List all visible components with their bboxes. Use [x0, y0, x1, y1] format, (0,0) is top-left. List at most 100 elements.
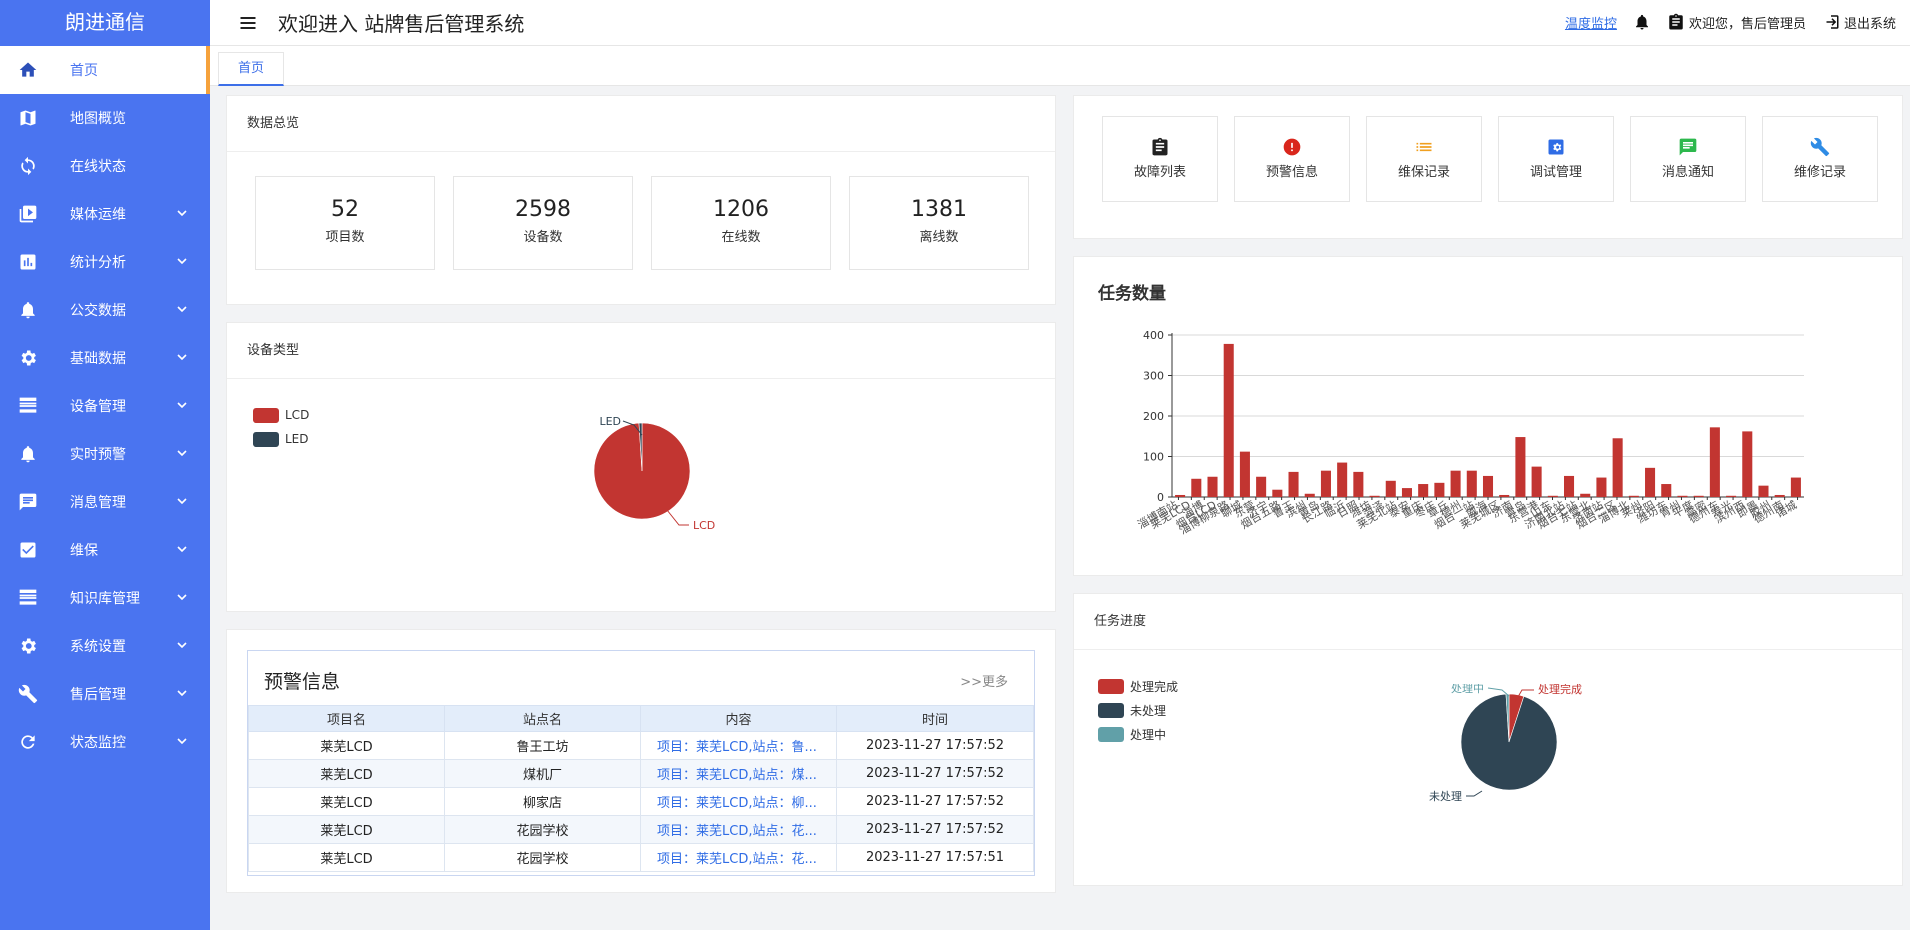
bar[interactable] — [1353, 471, 1364, 497]
bar[interactable] — [1564, 475, 1575, 497]
bar[interactable] — [1661, 484, 1672, 497]
bar[interactable] — [1175, 494, 1186, 497]
stat-label: 项目数 — [325, 230, 365, 245]
sidebar-item-9[interactable]: 消息管理 — [0, 478, 210, 526]
sidebar-item-4[interactable]: 统计分析 — [0, 238, 210, 286]
bar[interactable] — [1450, 470, 1461, 497]
bar[interactable] — [1256, 476, 1267, 497]
quick-entry-1[interactable]: 预警信息 — [1234, 116, 1350, 202]
legend-item-led[interactable]: LED — [253, 427, 309, 451]
sidebar-item-label: 系统设置 — [70, 639, 126, 655]
sidebar-item-14[interactable]: 状态监控 — [0, 718, 210, 766]
bar[interactable] — [1774, 494, 1785, 497]
quick-entry-0[interactable]: 故障列表 — [1102, 116, 1218, 202]
tab-home[interactable]: 首页 — [218, 52, 284, 86]
bar[interactable] — [1191, 478, 1202, 497]
bar[interactable] — [1693, 495, 1704, 497]
bar[interactable] — [1207, 476, 1218, 497]
bar[interactable] — [1726, 495, 1737, 497]
quick-entry-2[interactable]: 维保记录 — [1366, 116, 1482, 202]
sidebar-item-7[interactable]: 设备管理 — [0, 382, 210, 430]
cell-content[interactable]: 项目：莱芜LCD,站点：柳... — [640, 787, 837, 816]
cell-station: 鲁王工坊 — [444, 731, 641, 760]
bar[interactable] — [1239, 451, 1250, 497]
quick-entry-4[interactable]: 消息通知 — [1630, 116, 1746, 202]
bar[interactable] — [1320, 470, 1331, 497]
bar[interactable] — [1547, 495, 1558, 497]
pie-label: 处理完成 — [1538, 684, 1582, 696]
bar[interactable] — [1401, 488, 1412, 497]
legend-item-done[interactable]: 处理完成 — [1098, 674, 1178, 698]
bar[interactable] — [1385, 480, 1396, 497]
media-icon — [18, 204, 38, 224]
sidebar-item-label: 公交数据 — [70, 303, 126, 319]
bar[interactable] — [1758, 485, 1769, 497]
table-row[interactable]: 莱芜LCD 煤机厂 项目：莱芜LCD,站点：煤... 2023-11-27 17:57… — [248, 759, 1034, 788]
bar[interactable] — [1288, 471, 1299, 497]
cell-content[interactable]: 项目：莱芜LCD,站点：煤... — [640, 759, 837, 788]
table-row[interactable]: 莱芜LCD 鲁王工坊 项目：莱芜LCD,站点：鲁... 2023-11-27 17:5… — [248, 731, 1034, 760]
quick-entry-3[interactable]: 调试管理 — [1498, 116, 1614, 202]
sidebar-item-2[interactable]: 在线状态 — [0, 142, 210, 190]
bar[interactable] — [1369, 495, 1380, 497]
bar[interactable] — [1434, 482, 1445, 497]
bar[interactable] — [1790, 477, 1801, 497]
bar[interactable] — [1580, 493, 1591, 497]
user-welcome[interactable]: 欢迎您，售后管理员 — [1667, 13, 1806, 32]
y-tick-label: 300 — [1143, 370, 1164, 383]
bar[interactable] — [1742, 431, 1753, 497]
cell-content[interactable]: 项目：莱芜LCD,站点：花... — [640, 843, 837, 872]
bar[interactable] — [1272, 489, 1283, 497]
bar[interactable] — [1466, 470, 1477, 497]
sidebar-item-5[interactable]: 公交数据 — [0, 286, 210, 334]
legend-item-lcd[interactable]: LCD — [253, 403, 309, 427]
cell-content[interactable]: 项目：莱芜LCD,站点：花... — [640, 815, 837, 844]
tab-bar: 首页 — [210, 46, 1910, 86]
alerts-more-link[interactable]: >>更多 — [960, 671, 1008, 690]
sidebar-item-12[interactable]: 系统设置 — [0, 622, 210, 670]
sidebar-item-6[interactable]: 基础数据 — [0, 334, 210, 382]
bar[interactable] — [1628, 495, 1639, 497]
logout-button[interactable]: 退出系统 — [1822, 13, 1896, 32]
sidebar-item-label: 消息管理 — [70, 495, 126, 511]
sidebar-item-1[interactable]: 地图概览 — [0, 94, 210, 142]
sidebar-item-8[interactable]: 实时预警 — [0, 430, 210, 478]
bar[interactable] — [1677, 495, 1688, 497]
bar[interactable] — [1709, 427, 1720, 497]
bar[interactable] — [1223, 343, 1234, 497]
sidebar-item-label: 在线状态 — [70, 159, 126, 175]
menu-toggle-icon[interactable] — [238, 12, 260, 34]
bar[interactable] — [1304, 493, 1315, 497]
sidebar-item-11[interactable]: 知识库管理 — [0, 574, 210, 622]
bar[interactable] — [1596, 477, 1607, 497]
bar[interactable] — [1645, 467, 1656, 497]
notification-bell-icon[interactable] — [1633, 13, 1651, 31]
quick-entry-5[interactable]: 维修记录 — [1762, 116, 1878, 202]
cell-content[interactable]: 项目：莱芜LCD,站点：鲁... — [640, 731, 837, 760]
sidebar-item-0[interactable]: 首页 — [0, 46, 210, 94]
bar[interactable] — [1482, 475, 1494, 497]
table-row[interactable]: 莱芜LCD 花园学校 项目：莱芜LCD,站点：花... 2023-11-27 17:5… — [248, 843, 1034, 872]
table-row[interactable]: 莱芜LCD 花园学校 项目：莱芜LCD,站点：花... 2023-11-27 17:5… — [248, 815, 1034, 844]
bar[interactable] — [1612, 438, 1623, 497]
home-icon — [18, 60, 38, 80]
bar[interactable] — [1418, 484, 1429, 497]
message-icon — [18, 492, 38, 512]
pie-label: LED — [599, 415, 621, 428]
table-row[interactable]: 莱芜LCD 柳家店 项目：莱芜LCD,站点：柳... 2023-11-27 17:57… — [248, 787, 1034, 816]
sidebar-item-label: 知识库管理 — [70, 591, 140, 607]
task-progress-legend: 处理完成 未处理 处理中 — [1098, 674, 1178, 746]
bar[interactable] — [1531, 466, 1542, 497]
quick-entry-label: 维保记录 — [1397, 165, 1450, 180]
legend-item-processing[interactable]: 处理中 — [1098, 722, 1178, 746]
sidebar-item-10[interactable]: 维保 — [0, 526, 210, 574]
bar[interactable] — [1337, 462, 1348, 497]
temperature-monitor-link[interactable]: 温度监控 — [1565, 13, 1617, 32]
bar[interactable] — [1499, 494, 1510, 497]
check-shield-icon — [18, 540, 38, 560]
sidebar-item-3[interactable]: 媒体运维 — [0, 190, 210, 238]
bar[interactable] — [1515, 437, 1526, 497]
sidebar-item-13[interactable]: 售后管理 — [0, 670, 210, 718]
bell-icon — [18, 300, 38, 320]
legend-item-pending[interactable]: 未处理 — [1098, 698, 1178, 722]
